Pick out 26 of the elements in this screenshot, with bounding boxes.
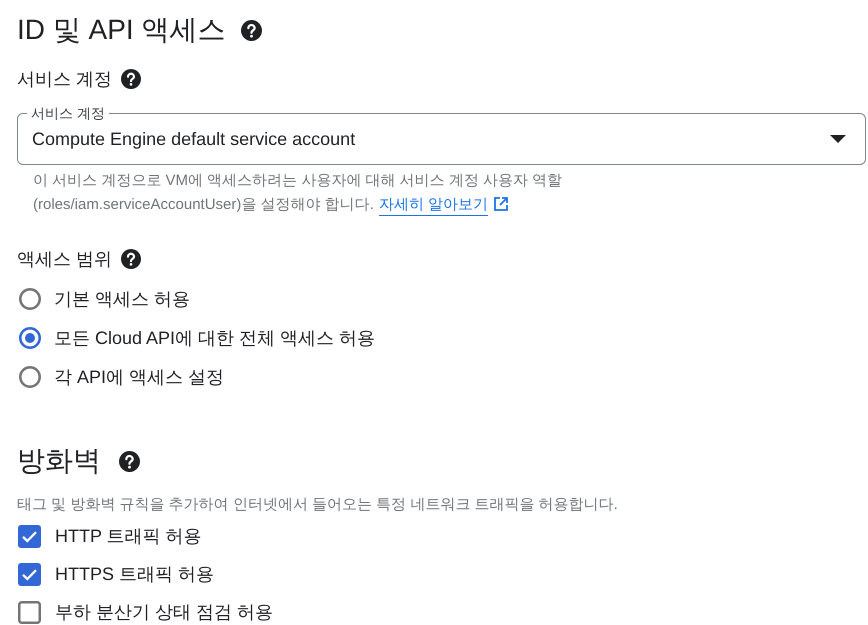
learn-more-link[interactable]: 자세히 알아보기 <box>378 196 508 213</box>
external-link-icon <box>494 197 508 211</box>
help-icon[interactable] <box>121 249 142 269</box>
radio-button[interactable] <box>19 326 41 348</box>
section-title: 방화벽 <box>17 444 101 478</box>
service-account-select[interactable]: 서비스 계정 Compute Engine default service account <box>17 104 866 165</box>
radio-label[interactable]: 모든 Cloud API에 대한 전체 액세스 허용 <box>54 326 376 350</box>
help-icon[interactable] <box>121 69 142 89</box>
section-title: ID 및 API 액세스 <box>17 13 226 47</box>
help-icon[interactable] <box>241 20 262 40</box>
field-label: 서비스 계정 <box>17 68 112 91</box>
radio-button[interactable] <box>19 288 41 310</box>
field-label: 액세스 범위 <box>17 248 112 271</box>
checkbox[interactable] <box>18 524 41 548</box>
checkbox[interactable] <box>18 562 41 586</box>
checkbox-label[interactable]: 부하 분산기 상태 점검 허용 <box>55 600 274 624</box>
helper-text: 이 서비스 계정으로 VM에 액세스하려는 사용자에 대해 서비스 계정 사용자 역할 (roles/iam.serviceAccountUser)을 설정해야 합니다. 자세히 알아보기 <box>33 169 673 217</box>
caret-down-icon <box>830 135 846 143</box>
checkbox-label[interactable]: HTTP 트래픽 허용 <box>55 524 202 548</box>
section-description: 태그 및 방화벽 규칙을 추가하여 인터넷에서 들어오는 특정 네트워크 트래픽을 허용합니다. <box>17 495 619 515</box>
help-icon[interactable] <box>119 450 140 472</box>
checkbox[interactable] <box>18 600 41 624</box>
radio-label[interactable]: 기본 액세스 허용 <box>54 286 190 310</box>
radio-label[interactable]: 각 API에 액세스 설정 <box>54 364 224 388</box>
radio-button[interactable] <box>19 366 41 388</box>
checkbox-label[interactable]: HTTPS 트래픽 허용 <box>55 562 214 586</box>
